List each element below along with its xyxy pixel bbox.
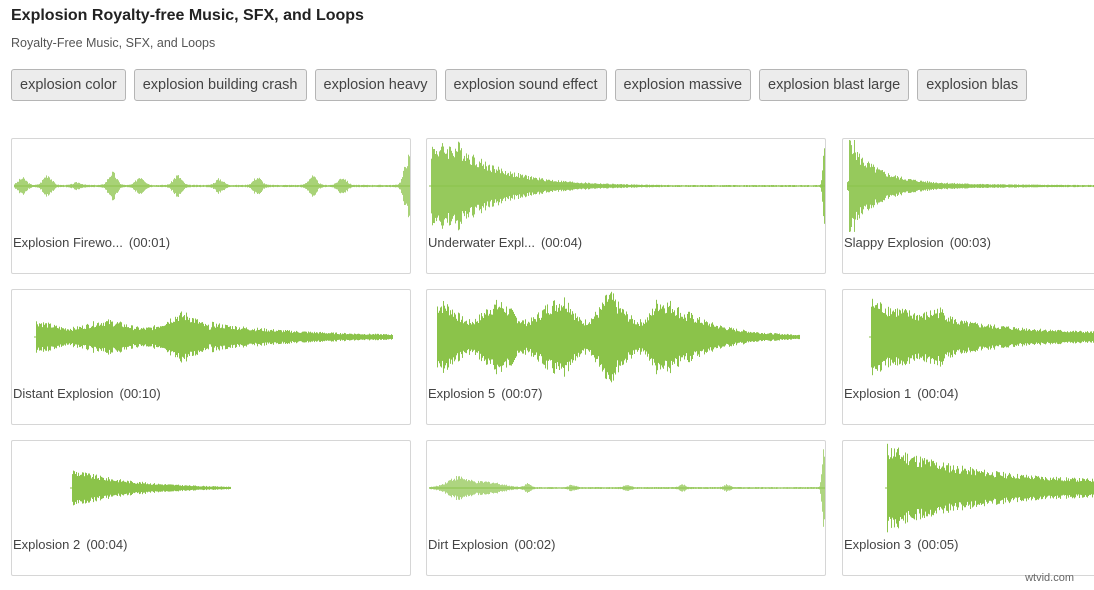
sound-label: Distant Explosion (00:10) [13, 386, 161, 401]
sound-title: Slappy Explosion [844, 235, 944, 250]
sound-label: Explosion 5 (00:07) [428, 386, 542, 401]
tag-button[interactable]: explosion massive [614, 69, 752, 101]
sound-duration: (00:05) [917, 537, 959, 552]
page-subtitle: Royalty-Free Music, SFX, and Loops [11, 36, 216, 50]
sound-label: Dirt Explosion (00:02) [428, 537, 555, 552]
sound-title: Explosion 2 [13, 537, 81, 552]
sound-title: Explosion 1 [844, 386, 912, 401]
tag-list: explosion color explosion building crash… [11, 69, 1028, 101]
waveform [14, 154, 410, 218]
sound-title: Explosion 3 [844, 537, 912, 552]
sound-duration: (00:04) [86, 537, 128, 552]
sound-label: Explosion 2 (00:04) [13, 537, 127, 552]
sound-label: Slappy Explosion (00:03) [844, 235, 991, 250]
sound-duration: (00:07) [501, 386, 543, 401]
tag-button[interactable]: explosion sound effect [444, 69, 607, 101]
sound-duration: (00:01) [128, 235, 171, 250]
sound-title: Distant Explosion [13, 386, 114, 401]
sound-title: Dirt Explosion [428, 537, 509, 552]
sound-label: Explosion 3 (00:05) [844, 537, 958, 552]
sound-duration: (00:03) [949, 235, 991, 250]
page: Explosion Royalty-free Music, SFX, and L… [0, 0, 1094, 590]
waveform [869, 298, 1094, 376]
sound-card[interactable]: Dirt Explosion (00:02) [426, 440, 826, 576]
waveform [429, 449, 825, 527]
sound-card[interactable]: Slappy Explosion (00:03) [842, 138, 1094, 274]
waveform [437, 291, 800, 383]
page-title: Explosion Royalty-free Music, SFX, and L… [11, 7, 364, 24]
sound-card[interactable]: Explosion 5 (00:07) [426, 289, 826, 425]
sound-label: Underwater Expl... (00:04) [428, 235, 582, 250]
sound-card[interactable]: Explosion Firewo... (00:01) [11, 138, 411, 274]
tag-button[interactable]: explosion building crash [133, 69, 307, 101]
waveform [847, 140, 1094, 232]
sound-title: Underwater Expl... [428, 235, 535, 250]
sound-label: Explosion 1 (00:04) [844, 386, 958, 401]
tag-button[interactable]: explosion heavy [314, 69, 437, 101]
waveform [429, 141, 825, 231]
sound-card[interactable]: Distant Explosion (00:10) [11, 289, 411, 425]
waveform [885, 443, 1094, 533]
tag-button[interactable]: explosion color [11, 69, 126, 101]
sound-card[interactable]: Explosion 3 (00:05) [842, 440, 1094, 576]
sound-card[interactable]: Underwater Expl... (00:04) [426, 138, 826, 274]
sound-duration: (00:04) [917, 386, 959, 401]
sound-title: Explosion 5 [428, 386, 496, 401]
sound-duration: (00:10) [119, 386, 161, 401]
sound-card[interactable]: Explosion 1 (00:04) [842, 289, 1094, 425]
waveform [70, 470, 231, 506]
sound-label: Explosion Firewo... (00:01) [13, 235, 170, 250]
sound-title: Explosion Firewo... [13, 235, 123, 250]
watermark: wtvid.com [1025, 572, 1074, 584]
sound-duration: (00:04) [540, 235, 583, 250]
tag-button[interactable]: explosion blas [917, 69, 1028, 101]
tag-button[interactable]: explosion blast large [759, 69, 910, 101]
waveform [34, 311, 393, 363]
sound-duration: (00:02) [514, 537, 556, 552]
sound-card[interactable]: Explosion 2 (00:04) [11, 440, 411, 576]
